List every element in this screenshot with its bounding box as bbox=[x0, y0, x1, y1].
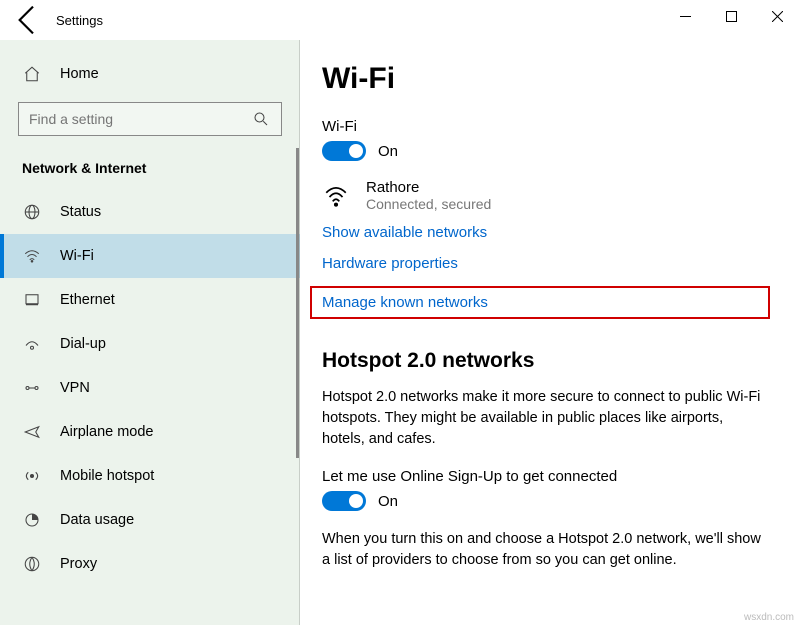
close-button[interactable] bbox=[754, 0, 800, 32]
sidebar-category: Network & Internet bbox=[0, 150, 300, 190]
sidebar-item-airplane[interactable]: Airplane mode bbox=[0, 410, 300, 454]
hotspot-description: Hotspot 2.0 networks make it more secure… bbox=[322, 387, 762, 450]
show-available-networks-link[interactable]: Show available networks bbox=[322, 224, 487, 241]
sidebar-home-label: Home bbox=[60, 66, 99, 82]
watermark: wsxdn.com bbox=[744, 612, 794, 623]
sidebar-item-label: Proxy bbox=[60, 556, 97, 572]
sidebar-item-wifi[interactable]: Wi-Fi bbox=[0, 234, 300, 278]
signup-description: When you turn this on and choose a Hotsp… bbox=[322, 529, 762, 571]
sidebar-item-status[interactable]: Status bbox=[0, 190, 300, 234]
sidebar-item-label: Dial-up bbox=[60, 336, 106, 352]
page-title: Wi-Fi bbox=[322, 62, 770, 96]
sidebar-item-label: Data usage bbox=[60, 512, 134, 528]
sidebar-item-label: VPN bbox=[60, 380, 90, 396]
sidebar-item-label: Mobile hotspot bbox=[60, 468, 154, 484]
network-name: Rathore bbox=[366, 179, 491, 196]
signup-label: Let me use Online Sign-Up to get connect… bbox=[322, 468, 770, 485]
wifi-signal-icon bbox=[322, 182, 350, 210]
signup-toggle-state: On bbox=[378, 493, 398, 510]
ethernet-icon bbox=[22, 290, 42, 310]
content-pane: Wi-Fi Wi-Fi On Rathore Connected, secure… bbox=[300, 40, 800, 625]
proxy-icon bbox=[22, 554, 42, 574]
sidebar-item-datausage[interactable]: Data usage bbox=[0, 498, 300, 542]
window-title: Settings bbox=[56, 13, 103, 28]
sidebar-item-dialup[interactable]: Dial-up bbox=[0, 322, 300, 366]
hotspot-heading: Hotspot 2.0 networks bbox=[322, 349, 770, 373]
current-network[interactable]: Rathore Connected, secured bbox=[322, 179, 770, 212]
search-icon bbox=[251, 109, 271, 129]
wifi-section-label: Wi-Fi bbox=[322, 118, 770, 135]
dialup-icon bbox=[22, 334, 42, 354]
sidebar-item-label: Status bbox=[60, 204, 101, 220]
globe-icon bbox=[22, 202, 42, 222]
sidebar: Home Network & Internet Status Wi-Fi Eth… bbox=[0, 40, 300, 625]
vpn-icon bbox=[22, 378, 42, 398]
sidebar-item-label: Ethernet bbox=[60, 292, 115, 308]
sidebar-item-label: Wi-Fi bbox=[60, 248, 94, 264]
sidebar-divider bbox=[299, 40, 300, 625]
hotspot-icon bbox=[22, 466, 42, 486]
back-button[interactable] bbox=[8, 0, 48, 40]
search-input[interactable] bbox=[29, 111, 251, 127]
sidebar-item-proxy[interactable]: Proxy bbox=[0, 542, 300, 586]
wifi-toggle-row: On bbox=[322, 141, 770, 161]
airplane-icon bbox=[22, 422, 42, 442]
sidebar-item-label: Airplane mode bbox=[60, 424, 154, 440]
maximize-button[interactable] bbox=[708, 0, 754, 32]
wifi-toggle-state: On bbox=[378, 143, 398, 160]
sidebar-scrollbar[interactable] bbox=[296, 148, 299, 458]
signup-toggle-row: On bbox=[322, 491, 770, 511]
hardware-properties-link[interactable]: Hardware properties bbox=[322, 255, 458, 272]
home-icon bbox=[22, 64, 42, 84]
manage-known-networks-link[interactable]: Manage known networks bbox=[322, 294, 488, 311]
sidebar-item-vpn[interactable]: VPN bbox=[0, 366, 300, 410]
data-usage-icon bbox=[22, 510, 42, 530]
search-box[interactable] bbox=[18, 102, 282, 136]
signup-toggle[interactable] bbox=[322, 491, 366, 511]
network-status: Connected, secured bbox=[366, 196, 491, 212]
sidebar-item-hotspot[interactable]: Mobile hotspot bbox=[0, 454, 300, 498]
window-controls bbox=[662, 0, 800, 32]
wifi-toggle[interactable] bbox=[322, 141, 366, 161]
manage-known-networks-highlight: Manage known networks bbox=[310, 286, 770, 319]
sidebar-item-ethernet[interactable]: Ethernet bbox=[0, 278, 300, 322]
sidebar-home[interactable]: Home bbox=[0, 52, 300, 96]
minimize-button[interactable] bbox=[662, 0, 708, 32]
wifi-icon bbox=[22, 246, 42, 266]
